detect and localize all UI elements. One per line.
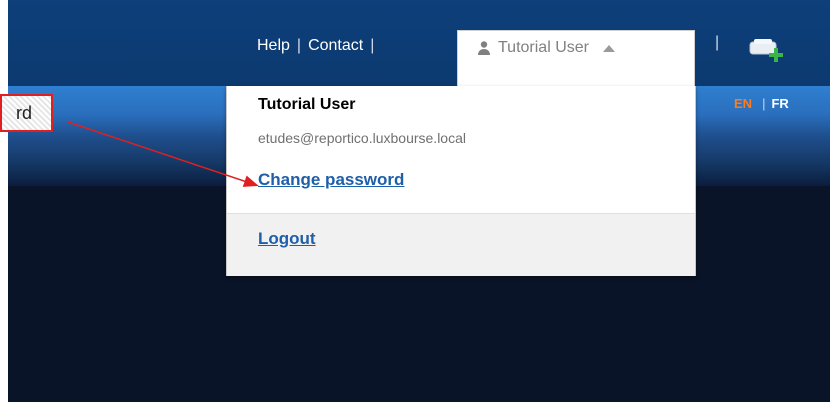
lang-fr[interactable]: FR <box>771 96 788 111</box>
annotation-callout: rd <box>0 94 53 132</box>
caret-up-icon <box>602 45 615 52</box>
dropdown-user-email: etudes@reportico.luxbourse.local <box>258 130 466 146</box>
lang-en[interactable]: EN <box>734 96 752 111</box>
nav-separator: | <box>715 34 720 51</box>
language-switcher: EN | FR <box>734 96 789 111</box>
help-link[interactable]: Help <box>257 37 290 55</box>
change-password-link[interactable]: Change password <box>258 170 404 190</box>
person-icon <box>478 41 490 55</box>
user-menu-label: Tutorial User <box>498 39 589 56</box>
top-header-bar <box>8 0 830 86</box>
lang-separator: | <box>762 96 766 111</box>
logout-link[interactable]: Logout <box>258 229 316 249</box>
dropdown-user-name: Tutorial User <box>258 96 356 113</box>
user-menu-toggle[interactable]: Tutorial User <box>457 30 695 86</box>
app-frame: Help | Contact | Tutorial User | EN | FR… <box>8 0 830 402</box>
nav-separator: | <box>296 37 302 54</box>
contact-link[interactable]: Contact <box>308 37 363 55</box>
dropdown-footer: Logout <box>227 213 695 276</box>
nav-separator: | <box>370 37 375 54</box>
cart-add-icon[interactable] <box>748 36 786 64</box>
top-navigation: Help | Contact | <box>257 34 381 58</box>
annotation-callout-text: rd <box>16 103 33 123</box>
user-dropdown-menu: Tutorial User etudes@reportico.luxbourse… <box>226 86 696 276</box>
